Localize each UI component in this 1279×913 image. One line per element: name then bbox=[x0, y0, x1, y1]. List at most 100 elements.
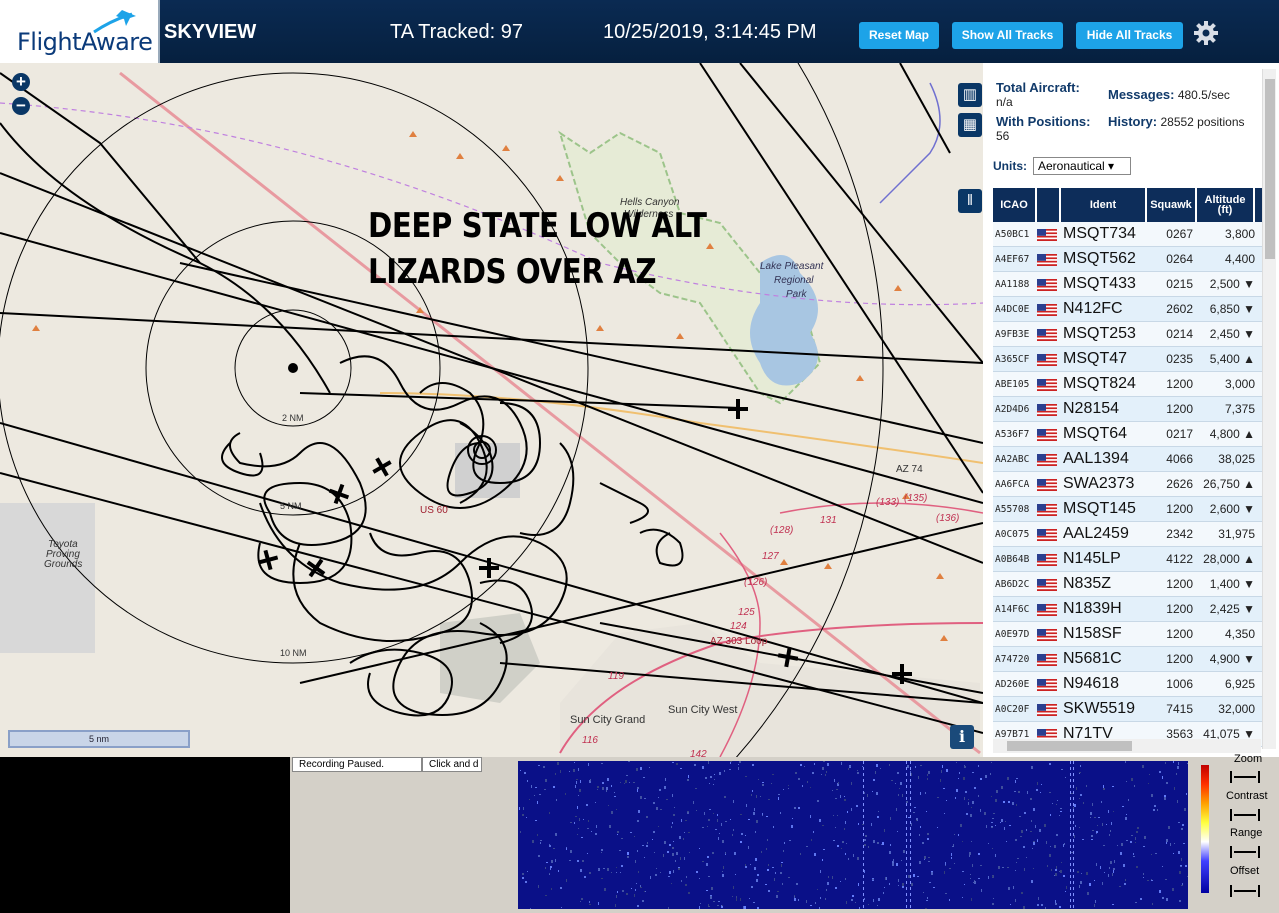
table-row[interactable]: A50BC1 MSQT734 0267 3,800 bbox=[993, 222, 1263, 247]
squawk-cell: 1200 bbox=[1166, 627, 1193, 641]
table-row[interactable]: A55708 MSQT145 1200 2,600 ▼ bbox=[993, 497, 1263, 522]
gear-icon[interactable] bbox=[1193, 20, 1219, 46]
range-label: Range bbox=[1230, 827, 1263, 839]
history-label: History: bbox=[1108, 114, 1158, 129]
scroll-thumb[interactable] bbox=[1007, 741, 1132, 751]
map-layers-icon[interactable]: ▥ bbox=[958, 83, 982, 107]
squawk-cell: 1006 bbox=[1166, 677, 1193, 691]
table-row[interactable]: A0C20F SKW5519 7415 32,000 bbox=[993, 697, 1263, 722]
altitude-cell: 6,925 bbox=[1224, 677, 1255, 691]
zoom-slider-icon[interactable] bbox=[1230, 771, 1260, 783]
squawk-cell: 2626 bbox=[1166, 477, 1193, 491]
scroll-thumb[interactable] bbox=[1265, 79, 1275, 259]
table-row[interactable]: A2D4D6 N28154 1200 7,375 bbox=[993, 397, 1263, 422]
table-row[interactable]: A4DC0E N412FC 2602 6,850 ▼ bbox=[993, 297, 1263, 322]
icao-cell: A74720 bbox=[995, 653, 1030, 665]
ident-cell: MSQT253 bbox=[1063, 325, 1136, 342]
label-r142: 142 bbox=[690, 749, 707, 757]
label-r135: (135) bbox=[904, 493, 927, 504]
bottom-strip: Recording Paused. Click and d Zoom Contr… bbox=[0, 753, 1279, 913]
us-flag-icon bbox=[1037, 678, 1061, 691]
messages-value: 480.5/sec bbox=[1177, 88, 1230, 102]
squawk-cell: 0264 bbox=[1166, 252, 1193, 266]
label-az303: AZ 303 Loop bbox=[710, 636, 768, 647]
app-title: SKYVIEW bbox=[164, 21, 257, 43]
col-altitude[interactable]: Altitude (ft) bbox=[1197, 188, 1255, 222]
range-slider-icon[interactable] bbox=[1230, 846, 1260, 858]
table-row[interactable]: A0E97D N158SF 1200 4,350 bbox=[993, 622, 1263, 647]
show-all-tracks-button[interactable]: Show All Tracks bbox=[952, 22, 1063, 49]
recording-status: Recording Paused. bbox=[292, 757, 422, 772]
label-ring-2nm: 2 NM bbox=[282, 413, 304, 423]
table-row[interactable]: A9FB3E MSQT253 0214 2,450 ▼ bbox=[993, 322, 1263, 347]
altitude-cell: 2,450 ▼ bbox=[1209, 327, 1255, 341]
ident-cell: N28154 bbox=[1063, 400, 1120, 417]
icao-cell: A0E97D bbox=[995, 628, 1030, 640]
table-row[interactable]: AD260E N94618 1006 6,925 bbox=[993, 672, 1263, 697]
spectrogram-noise bbox=[519, 761, 1188, 909]
icao-cell: AA6FCA bbox=[995, 478, 1030, 490]
altitude-cell: 2,425 ▼ bbox=[1209, 602, 1255, 616]
squawk-cell: 0217 bbox=[1166, 427, 1193, 441]
columns-icon[interactable]: ‖ bbox=[958, 189, 982, 213]
altitude-cell: 7,375 bbox=[1224, 402, 1255, 416]
label-us60: US 60 bbox=[420, 505, 448, 516]
waterfall-spectrogram[interactable] bbox=[518, 761, 1188, 909]
map-canvas[interactable]: Hells Canyon Wilderness Lake Pleasant Re… bbox=[0, 63, 983, 757]
table-row[interactable]: AA2ABC AAL1394 4066 38,025 bbox=[993, 447, 1263, 472]
table-row[interactable]: A4EF67 MSQT562 0264 4,400 bbox=[993, 247, 1263, 272]
units-select[interactable]: Aeronautical ▾ bbox=[1033, 157, 1131, 175]
info-button[interactable]: i bbox=[950, 725, 974, 749]
aircraft-table: ICAO Ident Squawk Altitude (ft) A50BC1 MS… bbox=[993, 188, 1263, 747]
col-ident[interactable]: Ident bbox=[1061, 188, 1147, 222]
zoom-out-button[interactable]: − bbox=[12, 97, 30, 115]
flightaware-logo[interactable]: FlightAware bbox=[0, 0, 160, 63]
aircraft-panel: Total Aircraft: n/a Messages: 480.5/sec … bbox=[983, 63, 1279, 757]
grid-icon[interactable]: ▦ bbox=[958, 113, 982, 137]
table-row[interactable]: A14F6C N1839H 1200 2,425 ▼ bbox=[993, 597, 1263, 622]
squawk-cell: 4122 bbox=[1166, 552, 1193, 566]
table-row[interactable]: A536F7 MSQT64 0217 4,800 ▲ bbox=[993, 422, 1263, 447]
table-row[interactable]: AB6D2C N835Z 1200 1,400 ▼ bbox=[993, 572, 1263, 597]
table-row[interactable]: ABE105 MSQT824 1200 3,000 bbox=[993, 372, 1263, 397]
contrast-slider-icon[interactable] bbox=[1230, 809, 1260, 821]
icao-cell: A55708 bbox=[995, 503, 1030, 515]
ident-cell: N158SF bbox=[1063, 625, 1122, 642]
altitude-cell: 2,500 ▼ bbox=[1209, 277, 1255, 291]
hide-all-tracks-button[interactable]: Hide All Tracks bbox=[1076, 22, 1183, 49]
river bbox=[879, 82, 941, 204]
ident-cell: MSQT433 bbox=[1063, 275, 1136, 292]
col-flag[interactable] bbox=[1037, 188, 1061, 222]
label-sun-city-grand: Sun City Grand bbox=[570, 714, 645, 726]
icao-cell: A50BC1 bbox=[995, 228, 1030, 240]
label-r128: (128) bbox=[770, 525, 793, 536]
offset-label: Offset bbox=[1230, 865, 1260, 877]
logo-text: FlightAware bbox=[17, 28, 153, 56]
zoom-in-button[interactable]: + bbox=[12, 73, 30, 91]
panel-horizontal-scrollbar[interactable] bbox=[993, 739, 1261, 753]
reset-map-button[interactable]: Reset Map bbox=[859, 22, 939, 49]
table-row[interactable]: A74720 N5681C 1200 4,900 ▼ bbox=[993, 647, 1263, 672]
us-flag-icon bbox=[1037, 228, 1061, 241]
label-r126: (126) bbox=[744, 577, 767, 588]
total-aircraft-label: Total Aircraft: bbox=[996, 80, 1080, 95]
map-view[interactable]: Hells Canyon Wilderness Lake Pleasant Re… bbox=[0, 63, 983, 757]
current-datetime: 10/25/2019, 3:14:45 PM bbox=[603, 21, 817, 43]
col-squawk[interactable]: Squawk bbox=[1147, 188, 1197, 222]
squawk-cell: 1200 bbox=[1166, 502, 1193, 516]
table-row[interactable]: A0C075 AAL2459 2342 31,975 bbox=[993, 522, 1263, 547]
table-row[interactable]: A0B64B N145LP 4122 28,000 ▲ bbox=[993, 547, 1263, 572]
icao-cell: AA1188 bbox=[995, 278, 1030, 290]
label-r125: 125 bbox=[738, 607, 755, 618]
us-flag-icon bbox=[1037, 478, 1061, 491]
altitude-cell: 4,900 ▼ bbox=[1209, 652, 1255, 666]
panel-vertical-scrollbar[interactable] bbox=[1262, 69, 1276, 749]
table-row[interactable]: A365CF MSQT47 0235 5,400 ▲ bbox=[993, 347, 1263, 372]
col-icao[interactable]: ICAO bbox=[993, 188, 1037, 222]
total-aircraft-value: n/a bbox=[996, 95, 1013, 109]
table-row[interactable]: AA1188 MSQT433 0215 2,500 ▼ bbox=[993, 272, 1263, 297]
history-value: 28552 positions bbox=[1160, 115, 1245, 129]
offset-slider-icon[interactable] bbox=[1230, 885, 1260, 897]
table-row[interactable]: AA6FCA SWA2373 2626 26,750 ▲ bbox=[993, 472, 1263, 497]
us-flag-icon bbox=[1037, 578, 1061, 591]
